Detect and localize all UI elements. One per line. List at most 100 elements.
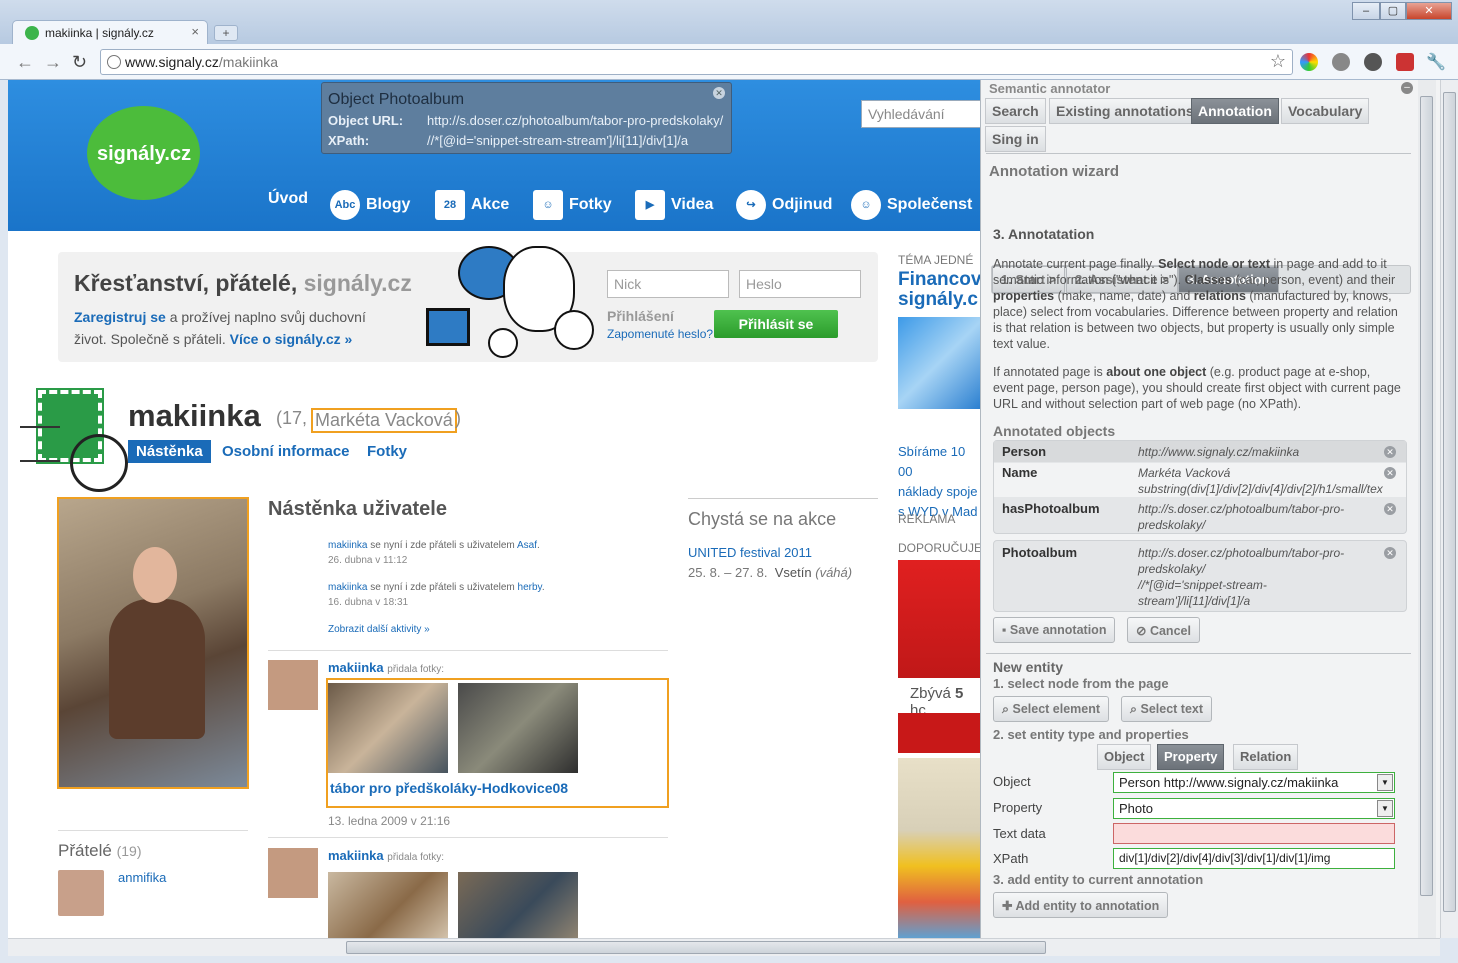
- type-tab-relation[interactable]: Relation: [1233, 744, 1299, 770]
- post-author: makiinka přidala fotky:: [328, 660, 444, 675]
- panel-title: Semantic annotator: [989, 81, 1111, 96]
- nick-input[interactable]: Nick: [607, 270, 729, 298]
- type-tab-property[interactable]: Property: [1157, 744, 1225, 770]
- remove-icon[interactable]: ✕: [1384, 547, 1396, 559]
- register-link[interactable]: Zaregistruj se: [74, 309, 166, 325]
- forward-arrow-icon[interactable]: →: [44, 52, 62, 73]
- panel-scrollbar[interactable]: [1418, 80, 1436, 938]
- theme-title-link[interactable]: Financov signály.c: [898, 270, 980, 310]
- tab-osobni-informace[interactable]: Osobní informace: [214, 440, 358, 463]
- album-title-link[interactable]: tábor pro předškoláky-Hodkovice08: [330, 780, 568, 796]
- theme-text[interactable]: Sbíráme 10 00 náklady spoje s WYD v Mad: [898, 442, 980, 522]
- new-tab-button[interactable]: +: [214, 25, 238, 41]
- events-heading: Chystá se na akce: [688, 498, 878, 530]
- login-label: Přihlášení: [607, 308, 674, 324]
- tab-nastenka[interactable]: Nástěnka: [128, 440, 211, 463]
- profile-paren: ): [455, 408, 461, 428]
- signaly-favicon-icon: [25, 26, 39, 40]
- cancel-icon: ⊘: [1136, 624, 1150, 638]
- album-thumbnail[interactable]: [458, 683, 578, 773]
- site-search-input[interactable]: Vyhledávání: [861, 100, 980, 128]
- album-thumbnail[interactable]: [328, 683, 448, 773]
- profile-age: (17,: [276, 408, 308, 428]
- maximize-button[interactable]: ▢: [1380, 2, 1406, 20]
- address-bar[interactable]: www.signaly.cz/makiinka ☆: [100, 49, 1293, 75]
- color-picker-extension-icon[interactable]: [1300, 53, 1318, 71]
- remove-icon[interactable]: ✕: [1384, 467, 1396, 479]
- more-activities-link[interactable]: Zobrazit další aktivity »: [328, 622, 430, 637]
- panel-minimize-icon[interactable]: –: [1401, 82, 1413, 94]
- back-arrow-icon[interactable]: ←: [16, 52, 34, 73]
- add-entity-button[interactable]: ✚ Add entity to annotation: [993, 892, 1169, 918]
- friend-name-link[interactable]: anmifika: [118, 870, 166, 885]
- instructions-text: Annotate current page finally. Select no…: [993, 257, 1398, 351]
- reload-icon[interactable]: ↻: [72, 52, 87, 73]
- property-select[interactable]: Photo ▼: [1113, 798, 1395, 819]
- minimize-button[interactable]: –: [1352, 2, 1380, 20]
- nav-blogy[interactable]: Abc Blogy: [330, 190, 410, 220]
- plus-icon: ✚: [1002, 899, 1016, 913]
- extension-icon[interactable]: [1396, 53, 1414, 71]
- annotation-tooltip: Object Photoalbum Object URL: http://s.d…: [321, 82, 732, 154]
- bug-extension-icon[interactable]: [1364, 53, 1382, 71]
- blog-icon: Abc: [330, 190, 360, 220]
- step-title: 3. Annotatation: [993, 226, 1095, 242]
- search-icon: ⌕: [1130, 702, 1141, 716]
- password-input[interactable]: Heslo: [739, 270, 861, 298]
- event-link[interactable]: UNITED festival 2011: [688, 545, 812, 560]
- profile-photo[interactable]: [57, 497, 249, 789]
- text-data-label: Text data: [993, 826, 1046, 841]
- nav-fotky[interactable]: ☺ Fotky: [533, 190, 612, 220]
- page-horizontal-scrollbar[interactable]: [8, 938, 1440, 956]
- nav-videa[interactable]: ▶ Videa: [635, 190, 713, 220]
- nav-spolecenstvi[interactable]: ☺ Společenst: [851, 190, 972, 220]
- save-annotation-button[interactable]: ▪ Save annotation: [993, 617, 1116, 643]
- post-avatar[interactable]: [268, 660, 318, 710]
- wrench-icon[interactable]: 🔧: [1426, 52, 1446, 72]
- xpath-input[interactable]: div[1]/div[2]/div[4]/div[3]/div[1]/div[1…: [1113, 848, 1395, 869]
- friend-avatar[interactable]: [58, 870, 104, 916]
- cancel-button[interactable]: ⊘ Cancel: [1127, 617, 1200, 643]
- wyd-ad-image[interactable]: [898, 560, 980, 678]
- select-element-button[interactable]: ⌕ Select element: [993, 696, 1110, 722]
- close-window-button[interactable]: ✕: [1406, 2, 1452, 20]
- step1-label: 1. select node from the page: [993, 676, 1169, 691]
- nav-odjinud[interactable]: ↪ Odjinud: [736, 190, 832, 220]
- instructions-text-2: If annotated page is about one object (e…: [993, 365, 1401, 411]
- page-vertical-scrollbar[interactable]: [1440, 80, 1458, 938]
- remove-icon[interactable]: ✕: [1384, 503, 1396, 515]
- login-button[interactable]: Přihlásit se: [714, 310, 838, 338]
- site-logo[interactable]: signály.cz: [87, 106, 200, 200]
- tab-annotation[interactable]: Annotation: [1191, 98, 1279, 124]
- post-avatar[interactable]: [268, 848, 318, 898]
- annotated-objects-heading: Annotated objects: [993, 423, 1116, 439]
- tab-close-icon[interactable]: ×: [191, 24, 199, 39]
- festival-ad-image[interactable]: [898, 758, 980, 938]
- object-select[interactable]: Person http://www.signaly.cz/makiinka ▼: [1113, 772, 1395, 793]
- type-tab-object[interactable]: Object: [1097, 744, 1152, 770]
- select-text-button[interactable]: ⌕ Select text: [1121, 696, 1213, 722]
- tab-vocabulary[interactable]: Vocabulary: [1281, 98, 1370, 124]
- tooltip-close-icon[interactable]: ✕: [713, 87, 725, 99]
- tab-fotky[interactable]: Fotky: [359, 440, 415, 463]
- bookmark-star-icon[interactable]: ☆: [1270, 51, 1286, 72]
- save-icon: ▪: [1002, 623, 1010, 637]
- album-thumbnail[interactable]: [328, 872, 448, 938]
- nav-akce[interactable]: 28 Akce: [435, 190, 509, 220]
- divider: [268, 837, 668, 838]
- browser-tab[interactable]: makiinka | signály.cz ×: [12, 20, 208, 44]
- wall-heading: Nástěnka uživatele: [268, 498, 447, 520]
- text-data-input[interactable]: [1113, 823, 1395, 844]
- new-entity-heading: New entity: [993, 659, 1064, 675]
- more-about-link[interactable]: Více o signály.cz »: [230, 331, 353, 347]
- album-thumbnail[interactable]: [458, 872, 578, 938]
- tab-sign-in[interactable]: Sing in: [985, 126, 1046, 152]
- nav-uvod[interactable]: Úvod: [268, 190, 308, 208]
- theme-image[interactable]: [898, 317, 980, 409]
- tab-existing-annotations[interactable]: Existing annotations: [1049, 98, 1201, 124]
- gear-extension-icon[interactable]: [1332, 53, 1350, 71]
- remove-icon[interactable]: ✕: [1384, 446, 1396, 458]
- united-ad-image[interactable]: [898, 713, 980, 753]
- forgot-password-link[interactable]: Zapomenuté heslo?: [607, 327, 713, 341]
- tab-search[interactable]: Search: [985, 98, 1046, 124]
